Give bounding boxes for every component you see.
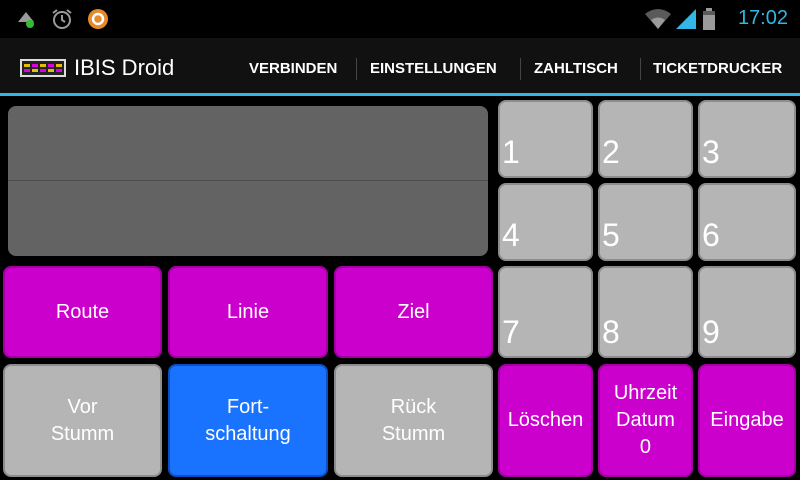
rueck-stumm-button[interactable]: Rück Stumm xyxy=(334,364,493,477)
menu-divider xyxy=(640,58,641,80)
ziel-button[interactable]: Ziel xyxy=(334,266,493,358)
alarm-icon xyxy=(52,9,72,29)
clock: 17:02 xyxy=(737,7,788,29)
route-button[interactable]: Route xyxy=(3,266,162,358)
app-notification-icon xyxy=(88,9,108,29)
display-divider xyxy=(8,180,488,181)
eingabe-label: Eingabe xyxy=(710,409,784,431)
fortschaltung-button[interactable]: Fort- schaltung xyxy=(168,364,328,477)
key-1-label: 1 xyxy=(502,134,520,170)
ibis-display xyxy=(8,106,488,256)
key-2-label: 2 xyxy=(602,134,620,170)
linie-button[interactable]: Linie xyxy=(168,266,328,358)
status-bar: 17:02 xyxy=(0,0,800,38)
key-4-label: 4 xyxy=(502,217,520,253)
menu-einstellungen[interactable]: EINSTELLUNGEN xyxy=(370,60,497,77)
key-6-button[interactable]: 6 xyxy=(698,183,796,261)
menu-ticketdrucker[interactable]: TICKETDRUCKER xyxy=(653,60,782,77)
menu-divider xyxy=(356,58,357,80)
key-7-button[interactable]: 7 xyxy=(498,266,593,358)
usb-debug-icon xyxy=(18,12,34,28)
vor-stumm-label: Vor Stumm xyxy=(50,395,115,445)
linie-label: Linie xyxy=(226,300,270,323)
key-5-label: 5 xyxy=(602,217,620,253)
app-title: IBIS Droid xyxy=(74,55,175,80)
key-1-button[interactable]: 1 xyxy=(498,100,593,178)
app-logo-icon xyxy=(20,59,66,77)
key-4-button[interactable]: 4 xyxy=(498,183,593,261)
wifi-icon xyxy=(645,9,671,29)
menu-verbinden[interactable]: VERBINDEN xyxy=(249,60,337,77)
key-5-button[interactable]: 5 xyxy=(598,183,693,261)
key-2-button[interactable]: 2 xyxy=(598,100,693,178)
action-bar: IBIS Droid VERBINDEN EINSTELLUNGEN ZAHLT… xyxy=(0,38,800,96)
key-8-button[interactable]: 8 xyxy=(598,266,693,358)
key-8-label: 8 xyxy=(602,314,620,350)
vor-stumm-button[interactable]: Vor Stumm xyxy=(3,364,162,477)
rueck-stumm-label: Rück Stumm xyxy=(381,395,446,445)
key-6-label: 6 xyxy=(702,217,720,253)
fortschaltung-label: Fort- schaltung xyxy=(205,395,291,445)
uhrzeit-datum-button[interactable]: Uhrzeit Datum 0 xyxy=(598,364,693,477)
key-3-button[interactable]: 3 xyxy=(698,100,796,178)
eingabe-button[interactable]: Eingabe xyxy=(698,364,796,477)
route-label: Route xyxy=(55,300,110,323)
key-9-label: 9 xyxy=(702,314,720,350)
loeschen-label: Löschen xyxy=(507,409,584,431)
key-7-label: 7 xyxy=(502,314,520,350)
battery-icon xyxy=(703,8,715,30)
ziel-label: Ziel xyxy=(397,300,430,323)
menu-zahltisch[interactable]: ZAHLTISCH xyxy=(534,60,618,77)
key-9-button[interactable]: 9 xyxy=(698,266,796,358)
signal-icon xyxy=(676,9,696,29)
uhrzeit-datum-label: Uhrzeit Datum 0 xyxy=(613,382,678,458)
menu-divider xyxy=(520,58,521,80)
key-3-label: 3 xyxy=(702,134,720,170)
loeschen-button[interactable]: Löschen xyxy=(498,364,593,477)
